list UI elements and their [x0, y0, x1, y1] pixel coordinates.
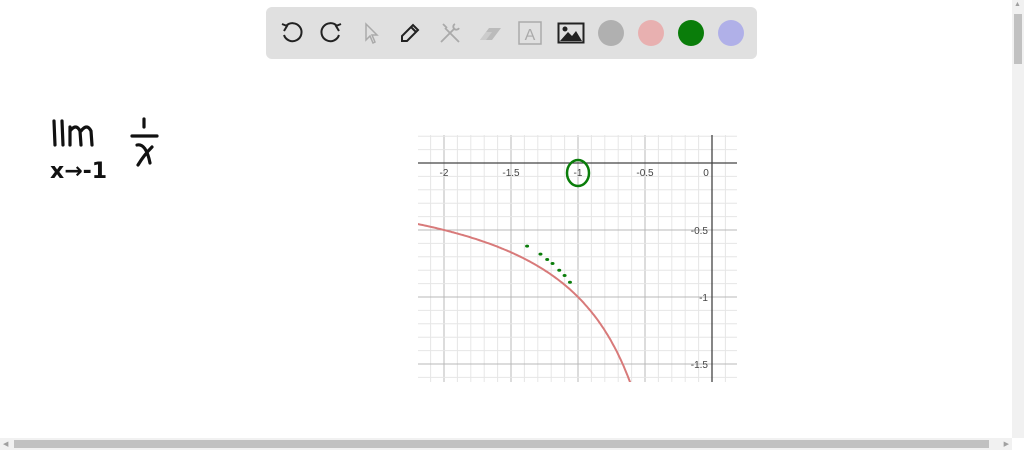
tools-icon[interactable]	[436, 19, 464, 47]
text-tool-button[interactable]: A	[516, 19, 544, 47]
color-pink-swatch[interactable]	[638, 20, 664, 46]
vertical-scrollbar[interactable]: ▲	[1012, 0, 1024, 438]
drawing-toolbar: A	[266, 7, 757, 59]
redo-icon[interactable]	[317, 19, 345, 47]
color-lavender-swatch[interactable]	[718, 20, 744, 46]
limit-approach-text: x→-1	[50, 159, 107, 184]
scroll-left-icon[interactable]: ◀	[3, 440, 8, 448]
y-tick-label: -1	[699, 293, 708, 304]
color-green-swatch[interactable]	[678, 20, 704, 46]
handwritten-limit-expression: x→-1 lim	[50, 117, 159, 184]
x-tick-label: 0	[703, 168, 709, 179]
annotation-dot	[545, 257, 550, 261]
x-tick-label: -1	[574, 168, 583, 179]
annotation-dot	[538, 252, 543, 256]
annotation-dot	[567, 280, 572, 284]
vertical-scroll-thumb[interactable]	[1014, 14, 1022, 64]
annotation-dot	[557, 268, 562, 272]
annotation-dot	[525, 244, 530, 248]
image-icon[interactable]	[557, 19, 585, 47]
y-tick-label: -1.5	[691, 360, 709, 371]
horizontal-scroll-thumb[interactable]	[14, 440, 989, 448]
scroll-right-icon[interactable]: ▶	[1004, 440, 1009, 448]
y-tick-label: -0.5	[691, 226, 709, 237]
horizontal-scrollbar[interactable]: ◀ ▶	[0, 438, 1012, 450]
undo-icon[interactable]	[278, 19, 306, 47]
annotation-dot	[550, 262, 555, 265]
annotation-dot	[562, 274, 567, 278]
eraser-icon[interactable]	[476, 19, 504, 47]
x-tick-label: -1.5	[502, 168, 520, 179]
color-gray-swatch[interactable]	[598, 20, 624, 46]
select-pointer-icon[interactable]	[357, 19, 385, 47]
x-tick-label: -0.5	[636, 168, 654, 179]
function-graph: -2 -1.5 -1 -0.5 0 -0.5 -1 -1.5	[418, 135, 737, 382]
x-tick-label: -2	[440, 168, 449, 179]
pen-icon[interactable]	[396, 19, 424, 47]
scroll-up-icon[interactable]: ▲	[1014, 1, 1021, 8]
text-icon: A	[525, 27, 536, 44]
